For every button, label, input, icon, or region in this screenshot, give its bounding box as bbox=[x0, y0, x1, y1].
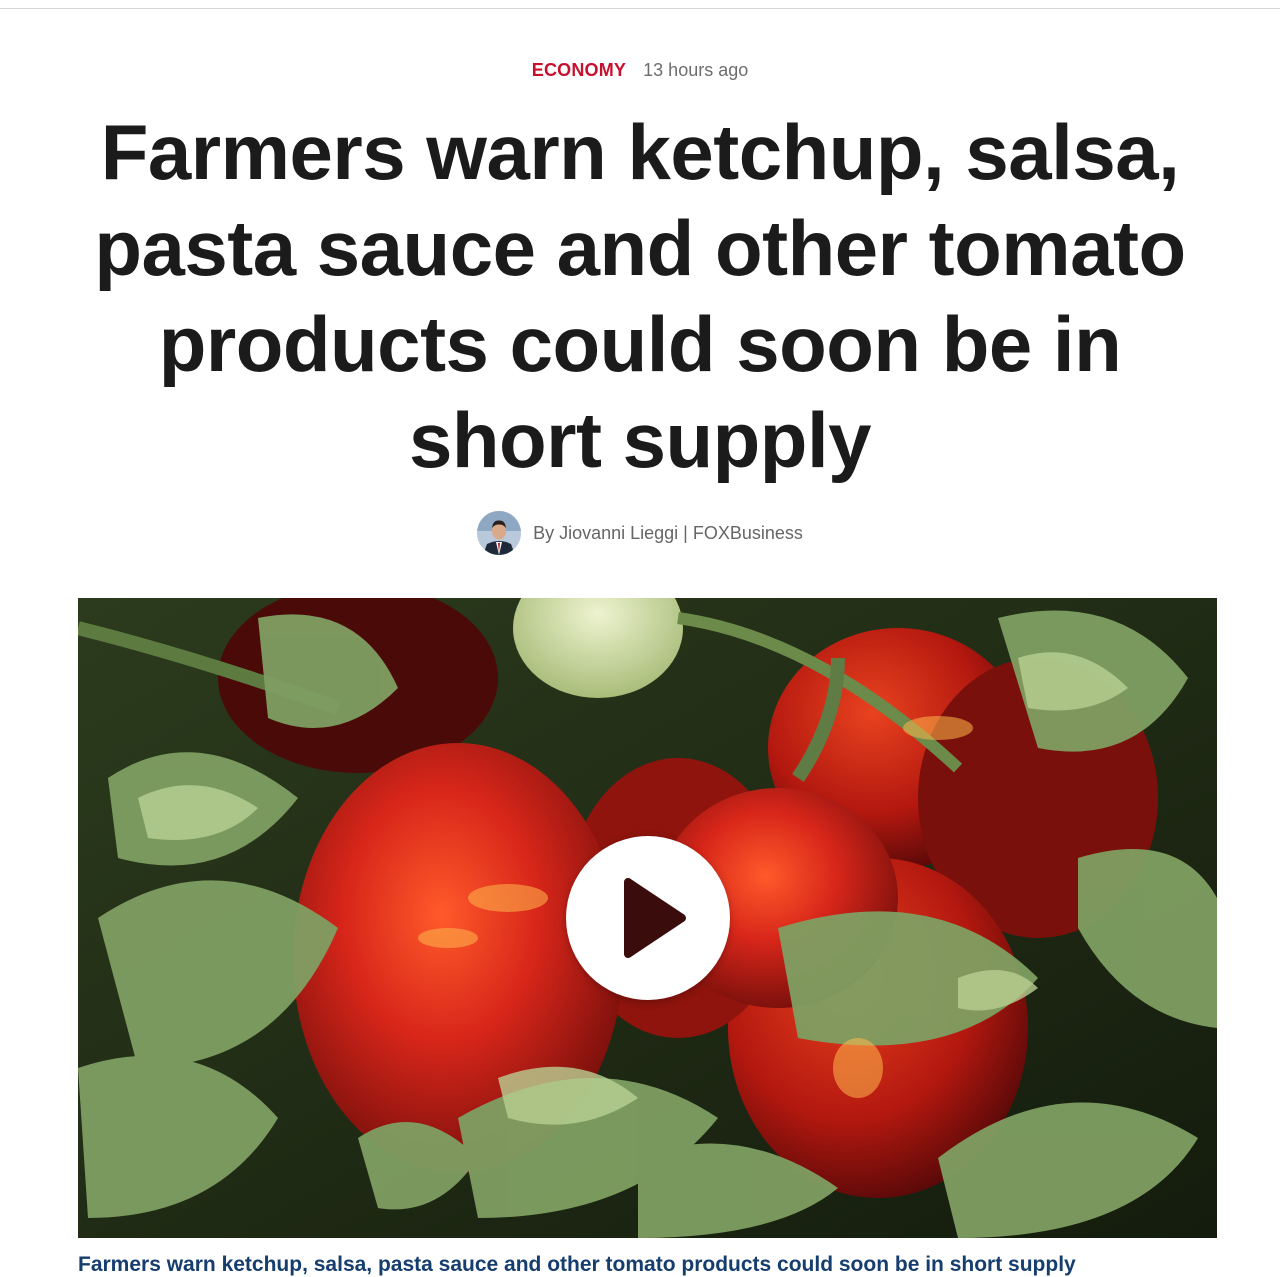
category-link[interactable]: ECONOMY bbox=[532, 60, 626, 80]
timestamp: 13 hours ago bbox=[643, 60, 749, 80]
video-caption-link[interactable]: Farmers warn ketchup, salsa, pasta sauce… bbox=[78, 1251, 1238, 1277]
article-meta: ECONOMY 13 hours ago bbox=[0, 58, 1280, 82]
play-button[interactable] bbox=[566, 836, 730, 1000]
article-headline: Farmers warn ketchup, salsa, pasta sauce… bbox=[94, 108, 1186, 484]
byline: By Jiovanni Lieggi | FOXBusiness bbox=[0, 511, 1280, 555]
play-icon bbox=[624, 878, 686, 958]
article-page: ECONOMY 13 hours ago Farmers warn ketchu… bbox=[0, 0, 1280, 1277]
author-byline[interactable]: By Jiovanni Lieggi | FOXBusiness bbox=[533, 523, 803, 544]
divider bbox=[0, 8, 1280, 9]
author-avatar[interactable] bbox=[477, 511, 522, 555]
